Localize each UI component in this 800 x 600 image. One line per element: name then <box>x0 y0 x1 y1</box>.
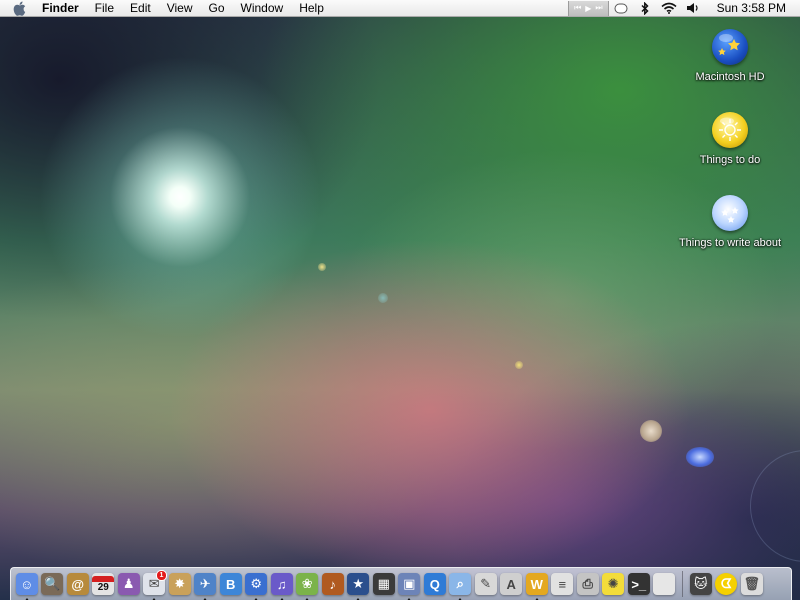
desktop-icon-things-to-do[interactable]: Things to do <box>670 112 790 166</box>
mail-unread-badge: 1 <box>156 570 167 581</box>
cat-app-icon: 🐱 <box>689 573 712 595</box>
dock-separator <box>682 571 683 597</box>
dock-item-magnifier-app[interactable]: ⌕ <box>448 570 474 600</box>
hard-drive-icon <box>712 29 748 65</box>
iphoto-icon: ❀ <box>296 573 319 595</box>
itunes-controller: ⏮ ▶ ⏭ <box>568 0 609 16</box>
lens-flare <box>640 420 662 442</box>
desktop[interactable]: Finder File Edit View Go Window Help ⏮ ▶… <box>0 0 800 600</box>
dock-apps: ☺ 🔍 @29 ♟ ✉ 1 ✸ ✈ B ⚙ ♫ ❀ ♪ ★ ▦ ▣ Q ⌕ ✎ A W ≡ ⎙ ✺ >_ <box>14 570 678 600</box>
ichat-icon: ♟ <box>117 573 140 595</box>
dock-item-quicktime[interactable]: Q <box>422 570 448 598</box>
menu-edit[interactable]: Edit <box>122 0 159 16</box>
garageband-icon: ♪ <box>321 573 344 595</box>
terminal-icon: >_ <box>627 573 650 595</box>
dock-item-photo-booth[interactable]: ▦ <box>371 570 397 598</box>
trash-icon: 🗑 <box>740 573 763 595</box>
compass-app-icon: ✈ <box>194 573 217 595</box>
stickies-icon: ✺ <box>602 573 625 595</box>
menu-app-name[interactable]: Finder <box>38 0 87 16</box>
menu-file[interactable]: File <box>87 0 122 16</box>
dock-item-compass-app[interactable]: ✈ <box>193 570 219 600</box>
desktop-icon-label: Macintosh HD <box>695 71 765 83</box>
dock-item-blog-app[interactable]: B <box>218 570 244 598</box>
textedit-icon: ✎ <box>474 573 497 595</box>
menu-view[interactable]: View <box>159 0 201 16</box>
dock-item-mail[interactable]: ✉ 1 <box>142 570 167 600</box>
sync-icon[interactable] <box>611 1 631 16</box>
dock-item-imovie[interactable]: ★ <box>346 570 372 600</box>
menu-help[interactable]: Help <box>291 0 332 16</box>
safari-icon: ✸ <box>168 573 191 595</box>
dock-item-ichat[interactable]: ♟ <box>116 570 142 598</box>
dock-right-section: 🐱 ᗧ 🗑 <box>688 570 765 598</box>
lens-flare <box>686 447 714 467</box>
lens-flare <box>318 263 326 271</box>
magnifier-app-icon: ⌕ <box>449 573 472 595</box>
lens-flare <box>515 361 523 369</box>
dock-item-pages[interactable]: ≡ <box>550 570 576 598</box>
dock-item-iphoto[interactable]: ❀ <box>295 570 321 600</box>
dock-item-trash[interactable]: 🗑 <box>739 570 765 598</box>
play-icon[interactable]: ▶ <box>585 4 591 13</box>
network-app-icon: ⚙ <box>245 573 268 595</box>
next-track-icon[interactable]: ⏭ <box>595 3 602 13</box>
menu-window[interactable]: Window <box>233 0 292 16</box>
blog-app-icon: B <box>219 573 242 595</box>
apple-menu-icon[interactable] <box>12 1 26 16</box>
calendar-day: 29 <box>97 581 109 593</box>
dock-item-script-editor[interactable]: A <box>499 570 525 598</box>
about-mac-icon <box>653 573 676 595</box>
spotlight-detective-icon: 🔍 <box>41 573 64 595</box>
pacman-app-icon: ᗧ <box>715 573 738 595</box>
preview-icon: ▣ <box>398 573 421 595</box>
wifi-icon[interactable] <box>659 1 679 16</box>
previous-track-icon[interactable]: ⏮ <box>574 3 581 13</box>
folder-orb-blue-icon <box>712 195 748 231</box>
dock-item-stickies[interactable]: ✺ <box>601 570 627 598</box>
dock-item-cat-app[interactable]: 🐱 <box>688 570 714 598</box>
dock-item-address-book[interactable]: @ <box>65 570 91 598</box>
dock-item-garageband[interactable]: ♪ <box>320 570 346 598</box>
menu-clock[interactable]: Sun 3:58 PM <box>705 1 800 15</box>
desktop-icon-macintosh-hd[interactable]: Macintosh HD <box>670 29 790 83</box>
dock-item-network-app[interactable]: ⚙ <box>244 570 270 600</box>
dock-item-itunes[interactable]: ♫ <box>269 570 295 600</box>
address-book-icon: @ <box>66 573 89 595</box>
folder-orb-yellow-icon <box>712 112 748 148</box>
menu-bar: Finder File Edit View Go Window Help ⏮ ▶… <box>0 0 800 17</box>
volume-icon[interactable] <box>683 1 703 16</box>
dock: ☺ 🔍 @29 ♟ ✉ 1 ✸ ✈ B ⚙ ♫ ❀ ♪ ★ ▦ ▣ Q ⌕ ✎ A W ≡ ⎙ ✺ >_ 🐱 ᗧ 🗑 <box>10 567 792 600</box>
bluetooth-icon[interactable] <box>635 1 655 16</box>
dock-item-about-mac[interactable] <box>652 570 678 598</box>
desktop-icon-label: Things to write about <box>678 237 782 249</box>
dock-item-preview[interactable]: ▣ <box>397 570 423 600</box>
dock-item-safari[interactable]: ✸ <box>167 570 193 598</box>
dock-item-textedit[interactable]: ✎ <box>473 570 499 598</box>
desktop-icon-things-to-write-about[interactable]: Things to write about <box>670 195 790 249</box>
itunes-icon: ♫ <box>270 573 293 595</box>
menu-extras: ⏮ ▶ ⏭ Sun 3:58 PM <box>568 0 800 16</box>
menu-go[interactable]: Go <box>201 0 233 16</box>
imovie-icon: ★ <box>347 573 370 595</box>
lens-flare <box>378 293 388 303</box>
dock-item-printer-app[interactable]: ⎙ <box>575 570 601 598</box>
finder-icon: ☺ <box>15 573 38 595</box>
web-editor-icon: W <box>525 573 548 595</box>
quicktime-icon: Q <box>423 573 446 595</box>
desktop-icon-label: Things to do <box>699 154 761 166</box>
dock-item-spotlight-detective[interactable]: 🔍 <box>40 570 66 598</box>
ical-icon: 29 <box>92 573 115 595</box>
dock-item-pacman-app[interactable]: ᗧ <box>714 570 740 598</box>
blog-letter: B <box>226 576 236 592</box>
script-editor-icon: A <box>500 573 523 595</box>
dock-item-ical[interactable]: 29 <box>91 570 117 598</box>
printer-app-icon: ⎙ <box>576 573 599 595</box>
dock-item-web-editor[interactable]: W <box>524 570 550 600</box>
dock-item-terminal[interactable]: >_ <box>626 570 652 598</box>
lens-flare-ring <box>750 450 800 562</box>
photo-booth-icon: ▦ <box>372 573 395 595</box>
dock-item-finder[interactable]: ☺ <box>14 570 40 600</box>
pages-icon: ≡ <box>551 573 574 595</box>
